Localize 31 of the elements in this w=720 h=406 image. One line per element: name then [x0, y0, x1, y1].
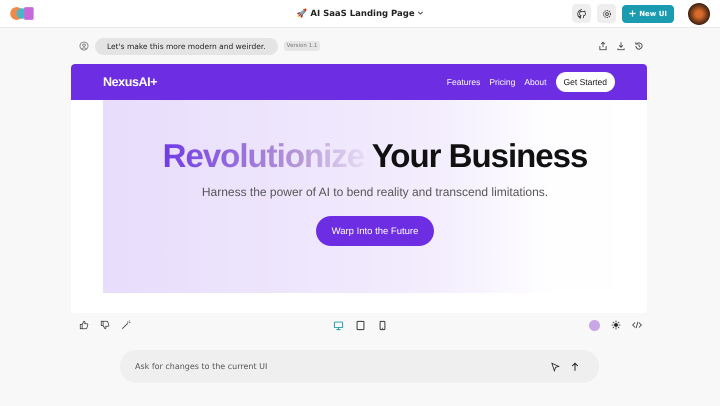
text-input[interactable]: Ask for changes to the current UI	[133, 361, 540, 372]
get-started-button[interactable]: Get Started	[556, 72, 615, 92]
user-icon	[79, 41, 89, 51]
theme-color-icon[interactable]	[589, 320, 600, 330]
sun-icon[interactable]	[611, 320, 621, 330]
send-icon[interactable]	[570, 362, 580, 372]
settings-icon[interactable]	[597, 4, 616, 23]
logo-icon	[10, 5, 36, 22]
github-icon[interactable]	[572, 4, 592, 23]
desktop-view-button[interactable]	[332, 320, 344, 330]
history-icon[interactable]	[634, 41, 644, 51]
chat-input-field[interactable]: Ask for changes to the current UI	[120, 350, 599, 383]
download-icon[interactable]	[616, 41, 626, 51]
hero-subtitle: Harness the power of AI to bend reality and transcend limitations.	[202, 185, 548, 199]
project-title-dropdown[interactable]: 🚀 AI SaaS Landing Page	[290, 7, 430, 20]
tablet-view-button[interactable]	[354, 320, 366, 330]
cursor-icon[interactable]	[550, 362, 560, 372]
caret-icon	[418, 10, 424, 16]
phone-view-button[interactable]	[376, 320, 388, 330]
brand-logo[interactable]: NexusAI+	[103, 75, 158, 89]
nav-link[interactable]: Pricing	[489, 77, 516, 87]
code-icon[interactable]	[632, 320, 642, 330]
hero-cta-button[interactable]: Warp Into the Future	[316, 216, 434, 246]
plus-icon	[629, 10, 636, 17]
share-icon[interactable]	[598, 41, 608, 51]
nav-link[interactable]: About	[524, 77, 547, 87]
thumbs-up-icon[interactable]	[79, 320, 89, 330]
magic-wand-icon[interactable]	[121, 320, 131, 330]
thumbs-down-icon[interactable]	[100, 320, 110, 330]
avatar-icon[interactable]	[688, 2, 710, 24]
nav-link[interactable]: Features	[446, 77, 480, 87]
